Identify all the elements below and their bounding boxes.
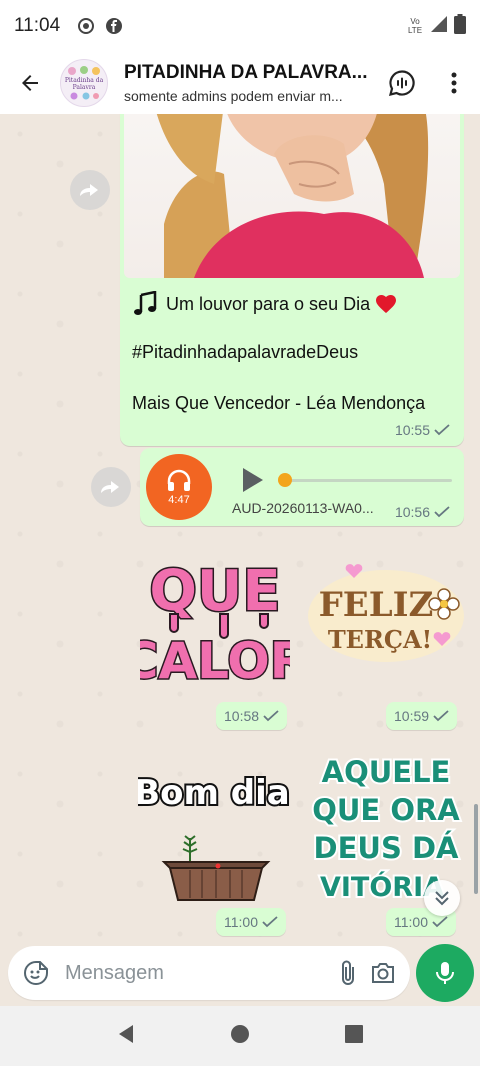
arrow-left-icon (22, 75, 38, 91)
chat-area[interactable]: Um louvor para o seu Dia #Pitadinhadapal… (0, 114, 480, 944)
chat-title: PITADINHA DA PALAVRA... (124, 62, 368, 83)
caption-line-3: Mais Que Vencedor - Léa Mendonça (132, 393, 426, 413)
sticker-time: 10:58 (216, 702, 288, 730)
group-avatar[interactable]: Pitadinha da Palavra (60, 59, 108, 107)
play-icon (243, 468, 263, 492)
sticker-time: 11:00 (216, 908, 286, 936)
forward-button[interactable] (91, 467, 131, 507)
message-time: 10:58 (224, 708, 260, 724)
message-photo[interactable] (124, 114, 460, 278)
message-time: 11:00 (394, 914, 428, 930)
sticker-text-line2: QUE ORA (312, 793, 460, 827)
mic-button[interactable] (416, 944, 474, 1002)
record-icon (76, 16, 96, 36)
check-icon (432, 916, 448, 928)
back-button[interactable] (0, 52, 60, 114)
camera-button[interactable] (365, 951, 400, 995)
audio-message-bubble[interactable]: 4:47 AUD-20260113-WA0... 10:56 (140, 448, 464, 526)
triangle-back-icon (119, 1024, 134, 1043)
nav-home-button[interactable] (230, 1024, 250, 1049)
nav-back-button[interactable] (117, 1024, 135, 1049)
message-time: 11:00 (224, 914, 258, 930)
battery-icon (454, 13, 466, 39)
caption-line-1: Um louvor para o seu Dia (166, 293, 371, 314)
check-icon (263, 710, 279, 722)
sticker-feliz-terca[interactable]: FELIZ TERÇA! (306, 558, 468, 670)
sticker-text-line1: Bom dia (138, 773, 290, 813)
message-time: 10:56 (394, 504, 430, 520)
camera-icon (371, 963, 394, 983)
sticker-text-line2: TERÇA! (328, 625, 432, 654)
heart-icon (376, 295, 397, 313)
sticker-time: 10:59 (386, 702, 458, 730)
audio-progress-handle[interactable] (278, 473, 292, 487)
voice-chat-icon (388, 70, 415, 97)
forward-icon (101, 481, 119, 493)
sticker-que-calor[interactable]: QUE CALOR (120, 548, 309, 694)
sticker-text-line1: AQUELE (322, 755, 451, 789)
volte-label: Vo LTE (407, 17, 423, 35)
paperclip-icon (341, 960, 354, 985)
more-vert-icon (451, 72, 457, 94)
composer-box (8, 946, 410, 1000)
composer (0, 944, 480, 1006)
sticker-text-line3: DEUS DÁ (314, 831, 459, 865)
attach-button[interactable] (330, 951, 365, 995)
check-icon (433, 710, 449, 722)
facebook-icon (104, 16, 124, 36)
signal-icon (430, 15, 448, 38)
chat-header: Pitadinha da Palavra PITADINHA DA PALAVR… (0, 52, 480, 114)
message-time: 10:55 (394, 422, 430, 438)
play-button[interactable] (238, 466, 266, 494)
forward-icon (80, 184, 98, 196)
scroll-to-bottom-button[interactable] (424, 880, 460, 916)
more-options-button[interactable] (428, 52, 480, 114)
message-time: 10:59 (394, 708, 430, 724)
square-recents-icon (344, 1024, 363, 1043)
chat-header-info[interactable]: PITADINHA DA PALAVRA... somente admins p… (124, 62, 374, 104)
circle-home-icon (230, 1024, 249, 1043)
image-message-bubble[interactable]: Um louvor para o seu Dia #Pitadinhadapal… (120, 114, 464, 446)
audio-thumbnail: 4:47 (146, 454, 212, 520)
check-icon (262, 916, 278, 928)
sticker-text-line2: CALOR (140, 632, 290, 690)
scrollbar-thumb[interactable] (474, 804, 478, 894)
message-input[interactable] (65, 961, 330, 985)
sticker-bom-dia[interactable]: Bom dia (132, 762, 294, 912)
sticker-smiley-icon (23, 961, 48, 985)
sticker-text-line1: FELIZ (319, 585, 434, 625)
check-icon (434, 506, 450, 518)
double-chevron-down-icon (435, 891, 449, 906)
audio-progress-track[interactable] (286, 479, 452, 482)
microphone-icon (436, 962, 454, 984)
status-bar: 11:04 Vo LTE (0, 0, 480, 52)
caption-line-2: #PitadinhadapalavradeDeus (132, 342, 359, 362)
check-icon (434, 424, 450, 436)
status-time: 11:04 (14, 15, 61, 36)
nav-recents-button[interactable] (344, 1024, 363, 1048)
audio-duration: 4:47 (168, 494, 190, 506)
forward-button[interactable] (70, 170, 110, 210)
avatar-label: Pitadinha da Palavra (64, 77, 104, 91)
sticker-button[interactable] (18, 951, 53, 995)
system-nav-bar (0, 1006, 480, 1066)
audio-filename: AUD-20260113-WA0... (232, 500, 374, 516)
voice-chat-button[interactable] (376, 52, 428, 114)
chat-subtitle: somente admins podem enviar m... (124, 88, 343, 104)
headphones-icon (167, 469, 191, 491)
music-note-icon (134, 291, 157, 315)
